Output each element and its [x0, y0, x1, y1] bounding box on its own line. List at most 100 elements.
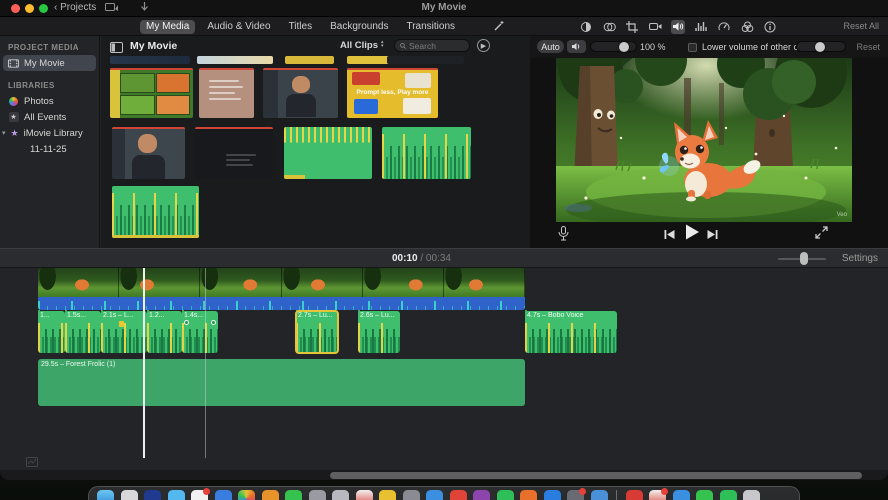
stabilization-icon[interactable]	[648, 20, 662, 34]
fade-handle[interactable]	[211, 320, 216, 325]
media-thumbnail[interactable]	[197, 56, 273, 64]
video-clip-audio-track[interactable]	[38, 297, 525, 310]
dock-icon[interactable]	[97, 490, 114, 500]
media-thumbnail-webcam[interactable]	[263, 68, 338, 118]
dock-icon[interactable]	[520, 490, 537, 500]
volume-slider-knob[interactable]	[619, 41, 629, 52]
clip-size-slider-knob[interactable]	[800, 252, 808, 265]
dock-icon[interactable]	[379, 490, 396, 500]
audio-clip[interactable]: 2.1s – L...	[101, 311, 147, 353]
dock-icon[interactable]	[144, 490, 161, 500]
fade-handle[interactable]	[184, 320, 189, 325]
search-input[interactable]	[409, 40, 464, 51]
dock-icon[interactable]	[590, 490, 608, 500]
tab-audio-video[interactable]: Audio & Video	[201, 20, 276, 34]
media-thumbnail-terminal[interactable]	[195, 127, 273, 179]
auto-volume-button[interactable]: Auto	[537, 40, 564, 53]
dock-icon[interactable]	[332, 490, 349, 500]
dock-icon[interactable]	[308, 490, 326, 500]
sidebar-item-event-date[interactable]: 11-11-25	[0, 141, 99, 157]
dock-icon[interactable]	[120, 490, 138, 500]
audio-clip[interactable]: 1.2...	[147, 311, 182, 353]
media-thumbnail[interactable]	[285, 56, 334, 64]
media-thumbnail-audio-1[interactable]	[284, 127, 372, 179]
skip-forward-icon[interactable]	[707, 227, 718, 245]
media-thumbnail[interactable]	[110, 56, 190, 64]
dock-icon[interactable]	[238, 490, 255, 500]
playhead[interactable]	[143, 268, 145, 458]
dock-icon[interactable]	[261, 490, 279, 500]
clip-filter-icon[interactable]	[740, 20, 754, 34]
sidebar-item-imovie-library[interactable]: ▾ ★ iMovie Library	[0, 125, 99, 141]
dock-icon-trash[interactable]	[743, 490, 760, 500]
dock-icon[interactable]	[625, 490, 643, 500]
skip-back-icon[interactable]	[664, 227, 675, 245]
media-thumbnail-promo[interactable]: Prompt less, Play more	[347, 68, 438, 118]
mute-button[interactable]	[567, 40, 586, 53]
dock-icon[interactable]	[191, 488, 210, 500]
media-thumbnail-fox-collage[interactable]	[110, 68, 193, 118]
timeline-horizontal-scrollbar[interactable]	[0, 470, 888, 480]
dock-icon[interactable]	[355, 490, 373, 500]
dock-icon[interactable]	[496, 490, 514, 500]
dock-icon[interactable]	[543, 490, 561, 500]
reset-all-button[interactable]: Reset All	[843, 21, 879, 31]
all-clips-filter[interactable]: All Clips ▴ ▾	[340, 40, 384, 52]
volume-slider[interactable]	[590, 41, 637, 52]
lower-volume-slider[interactable]	[796, 41, 846, 52]
noise-reduction-icon[interactable]	[694, 20, 708, 34]
dock-icon[interactable]	[719, 490, 737, 500]
background-music-clip[interactable]: 29.5s – Forest Frolic (1)	[38, 359, 525, 406]
media-thumbnail-audio-3[interactable]	[112, 186, 199, 238]
media-thumbnail-notes[interactable]	[199, 68, 254, 118]
tab-backgrounds[interactable]: Backgrounds	[324, 20, 394, 34]
browser-header: My Movie All Clips ▴▾ ▶	[101, 36, 530, 57]
fullscreen-icon[interactable]	[815, 226, 828, 244]
dock-icon[interactable]	[402, 490, 420, 500]
audio-clip-selected[interactable]: 2.7s – Lu...	[295, 310, 339, 354]
disclosure-chevron-icon[interactable]: ▾	[2, 129, 6, 137]
scrollbar-thumb[interactable]	[330, 471, 862, 479]
info-icon[interactable]	[763, 20, 777, 34]
volume-icon[interactable]	[671, 19, 685, 34]
speed-icon[interactable]	[717, 20, 731, 34]
tab-titles[interactable]: Titles	[283, 20, 319, 34]
dock-icon[interactable]	[672, 490, 690, 500]
video-clip-filmstrip[interactable]	[38, 268, 525, 297]
title-bar: ‹ Projects My Movie	[0, 0, 888, 17]
crop-icon[interactable]	[625, 20, 639, 34]
dock-icon[interactable]	[567, 488, 586, 500]
sidebar-item-all-events[interactable]: ★ All Events	[0, 109, 99, 125]
dock-icon[interactable]	[473, 490, 490, 500]
dock-icon[interactable]	[285, 490, 302, 500]
search-field[interactable]	[394, 39, 470, 52]
audio-clip[interactable]: 1.5s...	[65, 311, 101, 353]
dock-icon[interactable]	[649, 488, 668, 500]
enhance-magic-wand-icon[interactable]	[492, 19, 506, 33]
audio-clip[interactable]: 2.6s – Lu...	[358, 311, 400, 353]
voiceover-mic-icon[interactable]	[558, 226, 569, 246]
audio-clip[interactable]: 1.4s...	[182, 311, 218, 353]
dock-icon[interactable]	[167, 490, 185, 500]
color-balance-icon[interactable]	[602, 20, 616, 34]
tab-my-media[interactable]: My Media	[140, 19, 196, 34]
reset-button[interactable]: Reset	[856, 42, 880, 52]
sidebar-item-my-movie[interactable]: My Movie	[3, 55, 96, 71]
dock-icon[interactable]	[426, 490, 443, 500]
dock-icon[interactable]	[449, 490, 467, 500]
play-button[interactable]	[685, 224, 700, 245]
dock-icon[interactable]	[696, 490, 713, 500]
continuous-playback-icon[interactable]: ▶	[477, 39, 490, 52]
dock-icon[interactable]	[214, 490, 232, 500]
lower-volume-checkbox[interactable]	[688, 43, 697, 52]
media-thumbnail-audio-2[interactable]	[382, 127, 471, 179]
audio-clip[interactable]: 1...	[38, 311, 65, 353]
color-correction-icon[interactable]	[579, 20, 593, 34]
media-thumbnail-webcam-2[interactable]	[112, 127, 185, 179]
sidebar-item-photos[interactable]: Photos	[0, 93, 99, 109]
media-thumbnail[interactable]	[387, 56, 464, 64]
audio-clip[interactable]: 4.7s – Bobo Voice	[525, 311, 617, 353]
lower-volume-slider-knob[interactable]	[815, 41, 825, 52]
tab-transitions[interactable]: Transitions	[400, 20, 461, 34]
timeline-settings-button[interactable]: Settings	[842, 253, 878, 264]
